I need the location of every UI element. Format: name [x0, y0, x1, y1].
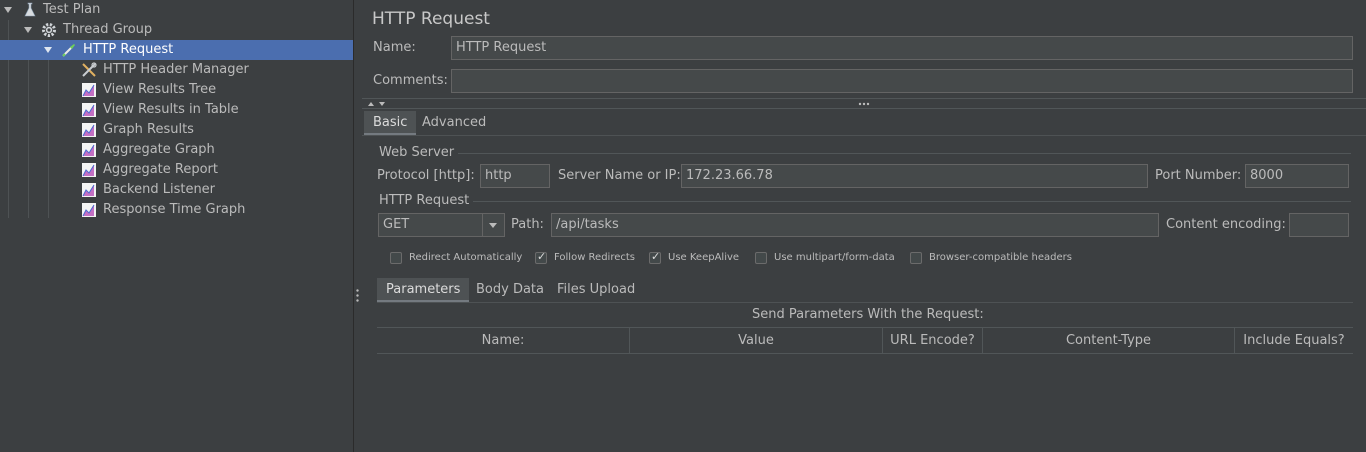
- browser-compatible-headers-label: Browser-compatible headers: [929, 252, 1072, 263]
- use-keepalive-label: Use KeepAlive: [668, 252, 740, 263]
- tab-underline: [362, 135, 1366, 136]
- flask-icon: [24, 2, 36, 17]
- tab-underline: [377, 302, 1353, 303]
- use-keepalive-checkbox[interactable]: [649, 250, 661, 264]
- path-label: Path:: [511, 217, 544, 232]
- use-multipart-label: Use multipart/form-data: [774, 252, 895, 263]
- tree-item-label: Test Plan: [43, 2, 101, 17]
- test-plan-tree[interactable]: Test Plan Thread Group HTTP Request HTTP…: [0, 0, 353, 452]
- graph-icon: [82, 83, 96, 97]
- page-title: HTTP Request: [372, 9, 490, 29]
- tab-parameters[interactable]: Parameters: [377, 278, 470, 302]
- group-border: [458, 153, 1351, 154]
- tree-item-label: Aggregate Report: [103, 162, 218, 177]
- tree-item-http-request[interactable]: HTTP Request: [0, 40, 353, 60]
- graph-icon: [82, 203, 96, 217]
- tree-item-label: HTTP Request: [83, 42, 174, 57]
- name-label: Name:: [373, 40, 416, 55]
- browser-compatible-headers-checkbox[interactable]: [910, 252, 922, 264]
- graph-icon: [82, 183, 96, 197]
- chevron-down-icon[interactable]: [489, 223, 497, 228]
- method-select[interactable]: GET: [378, 213, 505, 237]
- table-border: [377, 353, 1353, 354]
- port-number-field[interactable]: 8000: [1245, 164, 1349, 188]
- tree-item-label: Thread Group: [63, 22, 153, 37]
- protocol-field[interactable]: http: [480, 164, 550, 188]
- select-divider: [482, 214, 483, 236]
- content-encoding-field[interactable]: [1289, 213, 1349, 237]
- tree-item-http-header-manager[interactable]: HTTP Header Manager: [0, 60, 353, 80]
- parameters-caption: Send Parameters With the Request:: [752, 307, 984, 322]
- tree-item-label: Graph Results: [103, 122, 194, 137]
- vertical-split-handle[interactable]: [353, 0, 362, 452]
- tab-basic[interactable]: Basic: [364, 111, 417, 135]
- comments-label: Comments:: [373, 73, 448, 88]
- tree-item-label: Response Time Graph: [103, 202, 246, 217]
- tab-body-data[interactable]: Body Data: [467, 278, 553, 302]
- tree-item-view-results-in-table[interactable]: View Results in Table: [0, 100, 353, 120]
- tree-item-graph-results[interactable]: Graph Results: [0, 120, 353, 140]
- tree-item-label: View Results Tree: [103, 82, 217, 97]
- tree-item-thread-group[interactable]: Thread Group: [0, 20, 353, 40]
- wrench-icon: [82, 62, 97, 77]
- collapse-arrows-icon[interactable]: [367, 101, 389, 108]
- column-header-include-equals[interactable]: Include Equals?: [1235, 328, 1353, 353]
- drag-handle-icon: [356, 288, 359, 302]
- tree-item-label: HTTP Header Manager: [103, 62, 249, 77]
- redirect-automatically-checkbox[interactable]: [390, 252, 402, 264]
- server-name-label: Server Name or IP:: [558, 168, 681, 183]
- http-request-legend: HTTP Request: [379, 193, 470, 208]
- graph-icon: [82, 143, 96, 157]
- gear-icon: [42, 23, 56, 37]
- graph-icon: [82, 103, 96, 117]
- web-server-legend: Web Server: [379, 145, 455, 160]
- column-header-content-type[interactable]: Content-Type: [983, 328, 1235, 353]
- http-request-panel: HTTP Request Name: HTTP Request Comments…: [362, 0, 1366, 452]
- tree-item-label: Backend Listener: [103, 182, 216, 197]
- tree-item-backend-listener[interactable]: Backend Listener: [0, 180, 353, 200]
- name-field[interactable]: HTTP Request: [451, 36, 1353, 60]
- method-value: GET: [383, 217, 410, 232]
- column-header-url-encode[interactable]: URL Encode?: [883, 328, 983, 353]
- tree-item-label: View Results in Table: [103, 102, 239, 117]
- port-number-label: Port Number:: [1155, 168, 1242, 183]
- follow-redirects-label: Follow Redirects: [554, 252, 635, 263]
- column-header-value[interactable]: Value: [630, 328, 883, 353]
- comments-field[interactable]: [451, 69, 1353, 93]
- use-multipart-checkbox[interactable]: [755, 252, 767, 264]
- graph-icon: [82, 163, 96, 177]
- chevron-down-icon[interactable]: [24, 27, 32, 33]
- tree-item-aggregate-graph[interactable]: Aggregate Graph: [0, 140, 353, 160]
- group-border: [473, 201, 1351, 202]
- tree-item-label: Aggregate Graph: [103, 142, 215, 157]
- tree-item-view-results-tree[interactable]: View Results Tree: [0, 80, 353, 100]
- chevron-down-icon[interactable]: [44, 47, 52, 53]
- column-header-name[interactable]: Name:: [377, 328, 630, 353]
- tree-item-aggregate-report[interactable]: Aggregate Report: [0, 160, 353, 180]
- tab-files-upload[interactable]: Files Upload: [548, 278, 644, 302]
- pipette-icon: [62, 44, 75, 57]
- tree-item-response-time-graph[interactable]: Response Time Graph: [0, 200, 353, 220]
- path-field[interactable]: /api/tasks: [551, 213, 1159, 237]
- server-name-field[interactable]: 172.23.66.78: [681, 164, 1148, 188]
- horizontal-divider: [362, 108, 1366, 109]
- redirect-automatically-label: Redirect Automatically: [409, 252, 523, 263]
- horizontal-divider: [362, 98, 1366, 99]
- drag-handle-icon[interactable]: [858, 102, 870, 106]
- tab-advanced[interactable]: Advanced: [413, 111, 495, 135]
- protocol-label: Protocol [http]:: [377, 168, 475, 183]
- graph-icon: [82, 123, 96, 137]
- tree-item-test-plan[interactable]: Test Plan: [0, 0, 353, 20]
- follow-redirects-checkbox[interactable]: [535, 250, 547, 264]
- content-encoding-label: Content encoding:: [1166, 217, 1286, 232]
- chevron-down-icon[interactable]: [4, 7, 12, 13]
